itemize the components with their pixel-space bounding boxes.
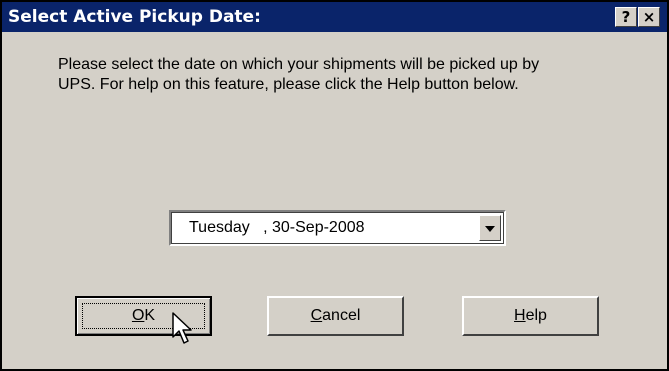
- close-button[interactable]: ×: [638, 7, 660, 27]
- title-bar: Select Active Pickup Date: ? ×: [2, 2, 667, 32]
- dialog-title: Select Active Pickup Date:: [8, 7, 261, 27]
- date-dropdown-button[interactable]: [479, 215, 501, 241]
- chevron-down-icon: [485, 226, 495, 232]
- mouse-pointer-icon: [172, 312, 192, 344]
- instruction-line-1: Please select the date on which your shi…: [58, 56, 540, 73]
- ok-button-label: OK: [131, 307, 156, 324]
- help-title-button[interactable]: ?: [615, 7, 637, 27]
- question-mark-icon: ?: [621, 8, 631, 26]
- selected-date: Tuesday , 30-Sep-2008: [189, 219, 365, 236]
- close-icon: ×: [642, 8, 656, 26]
- help-button-label: Help: [514, 307, 547, 324]
- instruction-line-2: UPS. For help on this feature, please cl…: [58, 76, 519, 93]
- pickup-date-select[interactable]: Tuesday , 30-Sep-2008: [169, 210, 506, 246]
- instruction-text: Please select the date on which your shi…: [58, 55, 628, 95]
- cancel-button[interactable]: Cancel: [267, 296, 404, 336]
- help-button[interactable]: Help: [462, 296, 599, 336]
- cancel-button-label: Cancel: [310, 307, 361, 324]
- dialog-window: Select Active Pickup Date: ? × Please se…: [0, 0, 669, 371]
